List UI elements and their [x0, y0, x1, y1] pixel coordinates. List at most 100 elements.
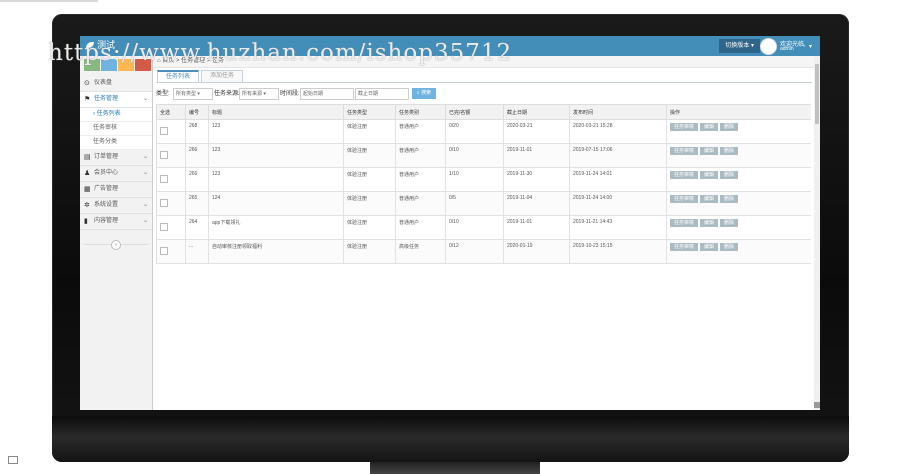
- source-label: 任务来源:: [214, 91, 240, 97]
- caret-down-icon: ▾: [808, 44, 812, 50]
- action-button[interactable]: 编辑: [700, 171, 719, 179]
- action-button[interactable]: 任务审核: [670, 219, 699, 227]
- chevron-down-icon: ⌄: [142, 218, 148, 224]
- cell-category: 普通用户: [395, 143, 446, 168]
- sidebar-item-5[interactable]: ✲ 系统设置 ⌄: [80, 198, 152, 214]
- end-date-input[interactable]: 截止日期: [355, 88, 409, 100]
- row-checkbox-cell: [156, 119, 186, 144]
- time-label: 时间段:: [280, 91, 300, 97]
- cell-progress: 0/12: [445, 239, 504, 264]
- sidebar-subitem[interactable]: 任务分类: [80, 136, 152, 150]
- task-table: 全选 编号 标题 任务类型 任务类别 已完/名额 截止日期 发布时间 操作 268 123 体验注册…: [156, 104, 811, 264]
- actions-cell: 任务审核 编辑 删除: [666, 215, 811, 240]
- flag-icon: ⚑: [84, 96, 91, 103]
- sidebar-subitem[interactable]: 任务审核: [80, 122, 152, 136]
- table-header-row: 全选 编号 标题 任务类型 任务类别 已完/名额 截止日期 发布时间 操作: [156, 104, 811, 120]
- actions-cell: 任务审核 编辑 删除: [666, 239, 811, 264]
- row-checkbox[interactable]: [160, 151, 168, 159]
- action-button[interactable]: 任务审核: [670, 123, 699, 131]
- type-select[interactable]: 所有类型 ▾: [173, 88, 213, 100]
- chevron-down-icon: ⌄: [142, 154, 148, 160]
- user-role: admin: [780, 46, 794, 52]
- sidebar-item-3[interactable]: ♟ 会员中心 ⌄: [80, 166, 152, 182]
- cell-progress: 0/10: [445, 215, 504, 240]
- cell-deadline: 2019-11-01: [503, 143, 570, 168]
- sidebar-item-2[interactable]: ▤ 订单管理 ⌄: [80, 150, 152, 166]
- cell-category: 普通用户: [395, 119, 446, 144]
- action-button[interactable]: 删除: [720, 147, 739, 155]
- row-checkbox[interactable]: [160, 247, 168, 255]
- row-checkbox[interactable]: [160, 127, 168, 135]
- sidebar-item-label: 内容管理: [94, 218, 119, 224]
- action-button[interactable]: 删除: [720, 219, 739, 227]
- row-checkbox-cell: [156, 215, 186, 240]
- scrollbar[interactable]: [814, 56, 820, 410]
- action-button[interactable]: 删除: [720, 195, 739, 203]
- cell-published: 2019-07-15 17:06: [569, 143, 667, 168]
- user-menu[interactable]: 欢迎光临, admin ▾: [760, 38, 812, 55]
- action-button[interactable]: 编辑: [700, 219, 719, 227]
- sidebar-item-label: 任务管理: [94, 96, 119, 102]
- row-checkbox[interactable]: [160, 223, 168, 231]
- action-button[interactable]: 删除: [720, 243, 739, 251]
- cell-id: 264: [185, 215, 209, 240]
- cell-published: 2019-11-24 14:01: [569, 167, 667, 192]
- cell-title: 123: [208, 119, 344, 144]
- action-button[interactable]: 任务审核: [670, 195, 699, 203]
- cell-id: ...: [185, 239, 209, 264]
- row-checkbox[interactable]: [160, 175, 168, 183]
- user-icon: ♟: [84, 170, 91, 177]
- row-checkbox-cell: [156, 191, 186, 216]
- cell-deadline: 2019-11-01: [503, 215, 570, 240]
- cell-progress: 0/10: [445, 143, 504, 168]
- search-button[interactable]: ⌕ 搜索: [412, 88, 436, 99]
- sidebar-item-1[interactable]: ⚑ 任务管理 ⌄: [80, 92, 152, 108]
- search-icon: ⌕: [416, 90, 420, 96]
- switch-version-button[interactable]: 切换版本 ▾: [719, 39, 760, 53]
- cell-deadline: 2019-11-04: [503, 191, 570, 216]
- cell-published: 2019-11-21 14:43: [569, 215, 667, 240]
- tab-bar: 任务列表 添加任务: [157, 70, 245, 83]
- action-button[interactable]: 删除: [720, 171, 739, 179]
- row-checkbox[interactable]: [160, 199, 168, 207]
- action-button[interactable]: 编辑: [700, 195, 719, 203]
- cell-type: 体验注册: [343, 167, 396, 192]
- sidebar-item-0[interactable]: ⊙ 仪表盘: [80, 76, 152, 92]
- cell-type: 体验注册: [343, 119, 396, 144]
- column-header: 标题: [208, 104, 344, 120]
- cell-progress: 0/20: [445, 119, 504, 144]
- monitor-chin: [52, 416, 849, 462]
- switch-version-label: 切换版本: [725, 43, 750, 49]
- cell-category: 普通用户: [395, 191, 446, 216]
- cell-type: 体验注册: [343, 143, 396, 168]
- action-button[interactable]: 编辑: [700, 123, 719, 131]
- sidebar-subitem[interactable]: › 任务列表: [80, 108, 152, 122]
- table-row: ... 自动审核注册领取福利 体验注册 高级任务 0/12 2020-01-19 2019-…: [156, 239, 811, 264]
- column-header[interactable]: 全选: [156, 104, 186, 120]
- cell-id: 265: [185, 191, 209, 216]
- source-select[interactable]: 所有来源 ▾: [239, 88, 279, 100]
- action-button[interactable]: 任务审核: [670, 171, 699, 179]
- action-button[interactable]: 编辑: [700, 147, 719, 155]
- action-button[interactable]: 删除: [720, 123, 739, 131]
- sidebar-item-label: 会员中心: [94, 170, 119, 176]
- monitor-stand: [370, 462, 540, 474]
- table-row: 266 123 体验注册 普通用户 0/10 2019-11-01 2019-07-15 1…: [156, 143, 811, 168]
- action-button[interactable]: 任务审核: [670, 243, 699, 251]
- cell-type: 体验注册: [343, 239, 396, 264]
- sidebar-item-4[interactable]: ▦ 广告管理: [80, 182, 152, 198]
- action-button[interactable]: 编辑: [700, 243, 719, 251]
- list-icon: ▤: [84, 154, 91, 161]
- chevron-down-icon: ⌄: [142, 170, 148, 176]
- sidebar-item-6[interactable]: ▮ 内容管理 ⌄: [80, 214, 152, 230]
- scrollbar-thumb[interactable]: [815, 64, 819, 124]
- table-row: 268 123 体验注册 普通用户 0/20 2020-03-21 2020-03-21 1…: [156, 119, 811, 144]
- cell-type: 体验注册: [343, 215, 396, 240]
- actions-cell: 任务审核 编辑 删除: [666, 167, 811, 192]
- scroll-down-icon[interactable]: [814, 402, 820, 408]
- collapse-sidebar-icon[interactable]: «: [111, 240, 121, 250]
- action-button[interactable]: 任务审核: [670, 147, 699, 155]
- sidebar-item-label: 仪表盘: [94, 80, 113, 86]
- start-date-input[interactable]: 起始日期: [300, 88, 354, 100]
- cell-deadline: 2020-03-21: [503, 119, 570, 144]
